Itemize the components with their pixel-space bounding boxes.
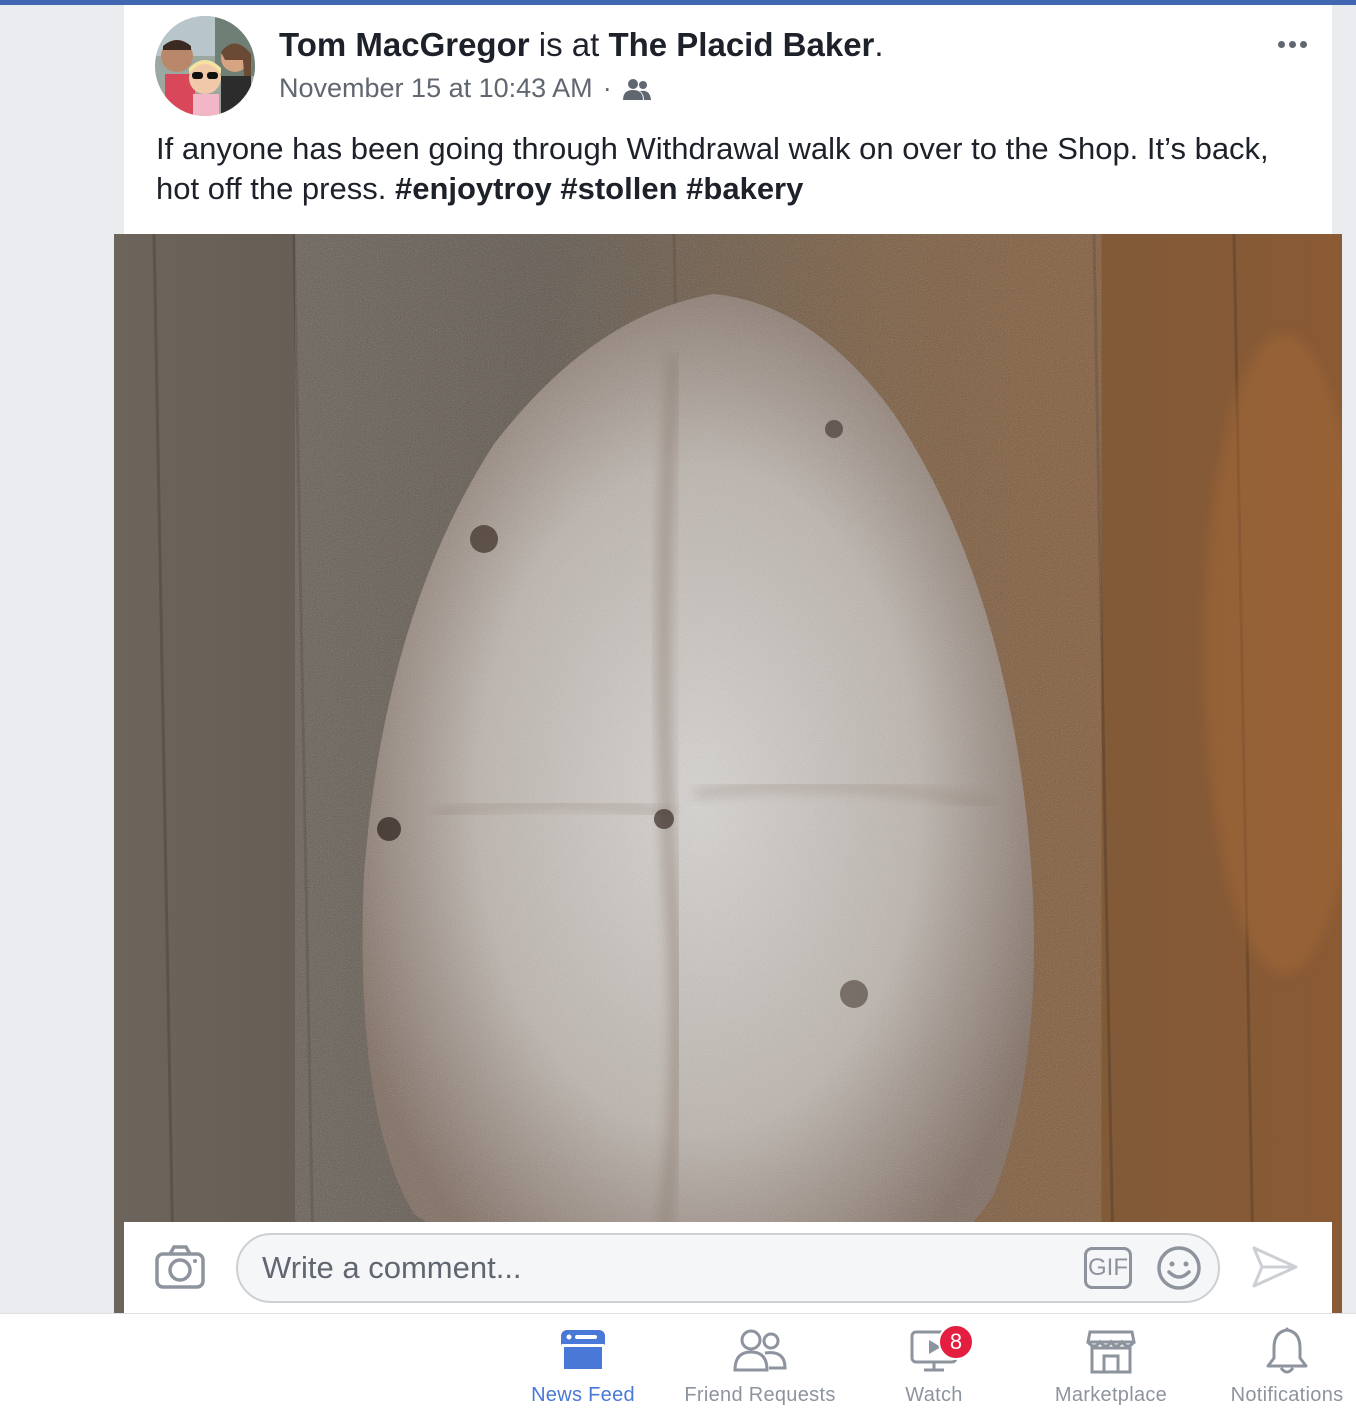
hashtag[interactable]: #enjoytroy <box>395 171 552 206</box>
camera-icon[interactable] <box>154 1244 206 1290</box>
emoji-icon[interactable] <box>1156 1245 1202 1291</box>
tab-watch[interactable]: 8 Watch <box>880 1314 988 1413</box>
tab-news-feed[interactable]: News Feed <box>520 1314 646 1413</box>
tab-friend-requests[interactable]: Friend Requests <box>672 1314 848 1413</box>
post-text: If anyone has been going through Withdra… <box>156 129 1316 209</box>
more-options-icon[interactable] <box>1272 29 1312 59</box>
post-header: Tom MacGregor is at The Placid Baker. <box>279 25 884 65</box>
place-name[interactable]: The Placid Baker <box>608 26 874 63</box>
tab-label: Notifications <box>1230 1384 1344 1406</box>
notifications-icon <box>1257 1326 1317 1376</box>
comment-input[interactable] <box>262 1245 1062 1291</box>
bottom-tab-bar: News Feed Friend Requests 8 Watch Market… <box>0 1313 1356 1413</box>
avatar[interactable] <box>155 16 255 116</box>
post-meta: November 15 at 10:43 AM · <box>279 71 652 105</box>
friends-icon[interactable] <box>622 76 652 100</box>
tab-label: News Feed <box>531 1384 635 1406</box>
tab-label: Watch <box>905 1384 963 1406</box>
friend-requests-icon <box>730 1326 790 1376</box>
header-period: . <box>874 26 884 63</box>
post-card: Tom MacGregor is at The Placid Baker. No… <box>124 5 1332 235</box>
comment-bar: GIF <box>124 1222 1332 1313</box>
send-icon[interactable] <box>1250 1242 1300 1292</box>
watch-icon: 8 <box>904 1324 974 1376</box>
news-feed-icon <box>553 1326 613 1376</box>
tab-label: Marketplace <box>1054 1384 1168 1406</box>
header-connector: is at <box>529 26 609 63</box>
hashtag[interactable]: #stollen <box>560 171 677 206</box>
comment-field: GIF <box>236 1233 1220 1303</box>
tab-label: Friend Requests <box>684 1384 836 1406</box>
meta-separator: · <box>602 73 612 103</box>
notification-badge: 8 <box>938 1324 974 1360</box>
post-timestamp[interactable]: November 15 at 10:43 AM <box>279 71 593 105</box>
gif-button[interactable]: GIF <box>1084 1247 1132 1289</box>
left-gutter <box>0 5 124 1313</box>
author-name[interactable]: Tom MacGregor <box>279 26 530 63</box>
hashtag[interactable]: #bakery <box>686 171 803 206</box>
marketplace-icon <box>1081 1326 1141 1376</box>
tab-marketplace[interactable]: Marketplace <box>1042 1314 1180 1413</box>
tab-notifications[interactable]: Notifications <box>1220 1314 1354 1413</box>
post-photo[interactable] <box>114 234 1342 1313</box>
